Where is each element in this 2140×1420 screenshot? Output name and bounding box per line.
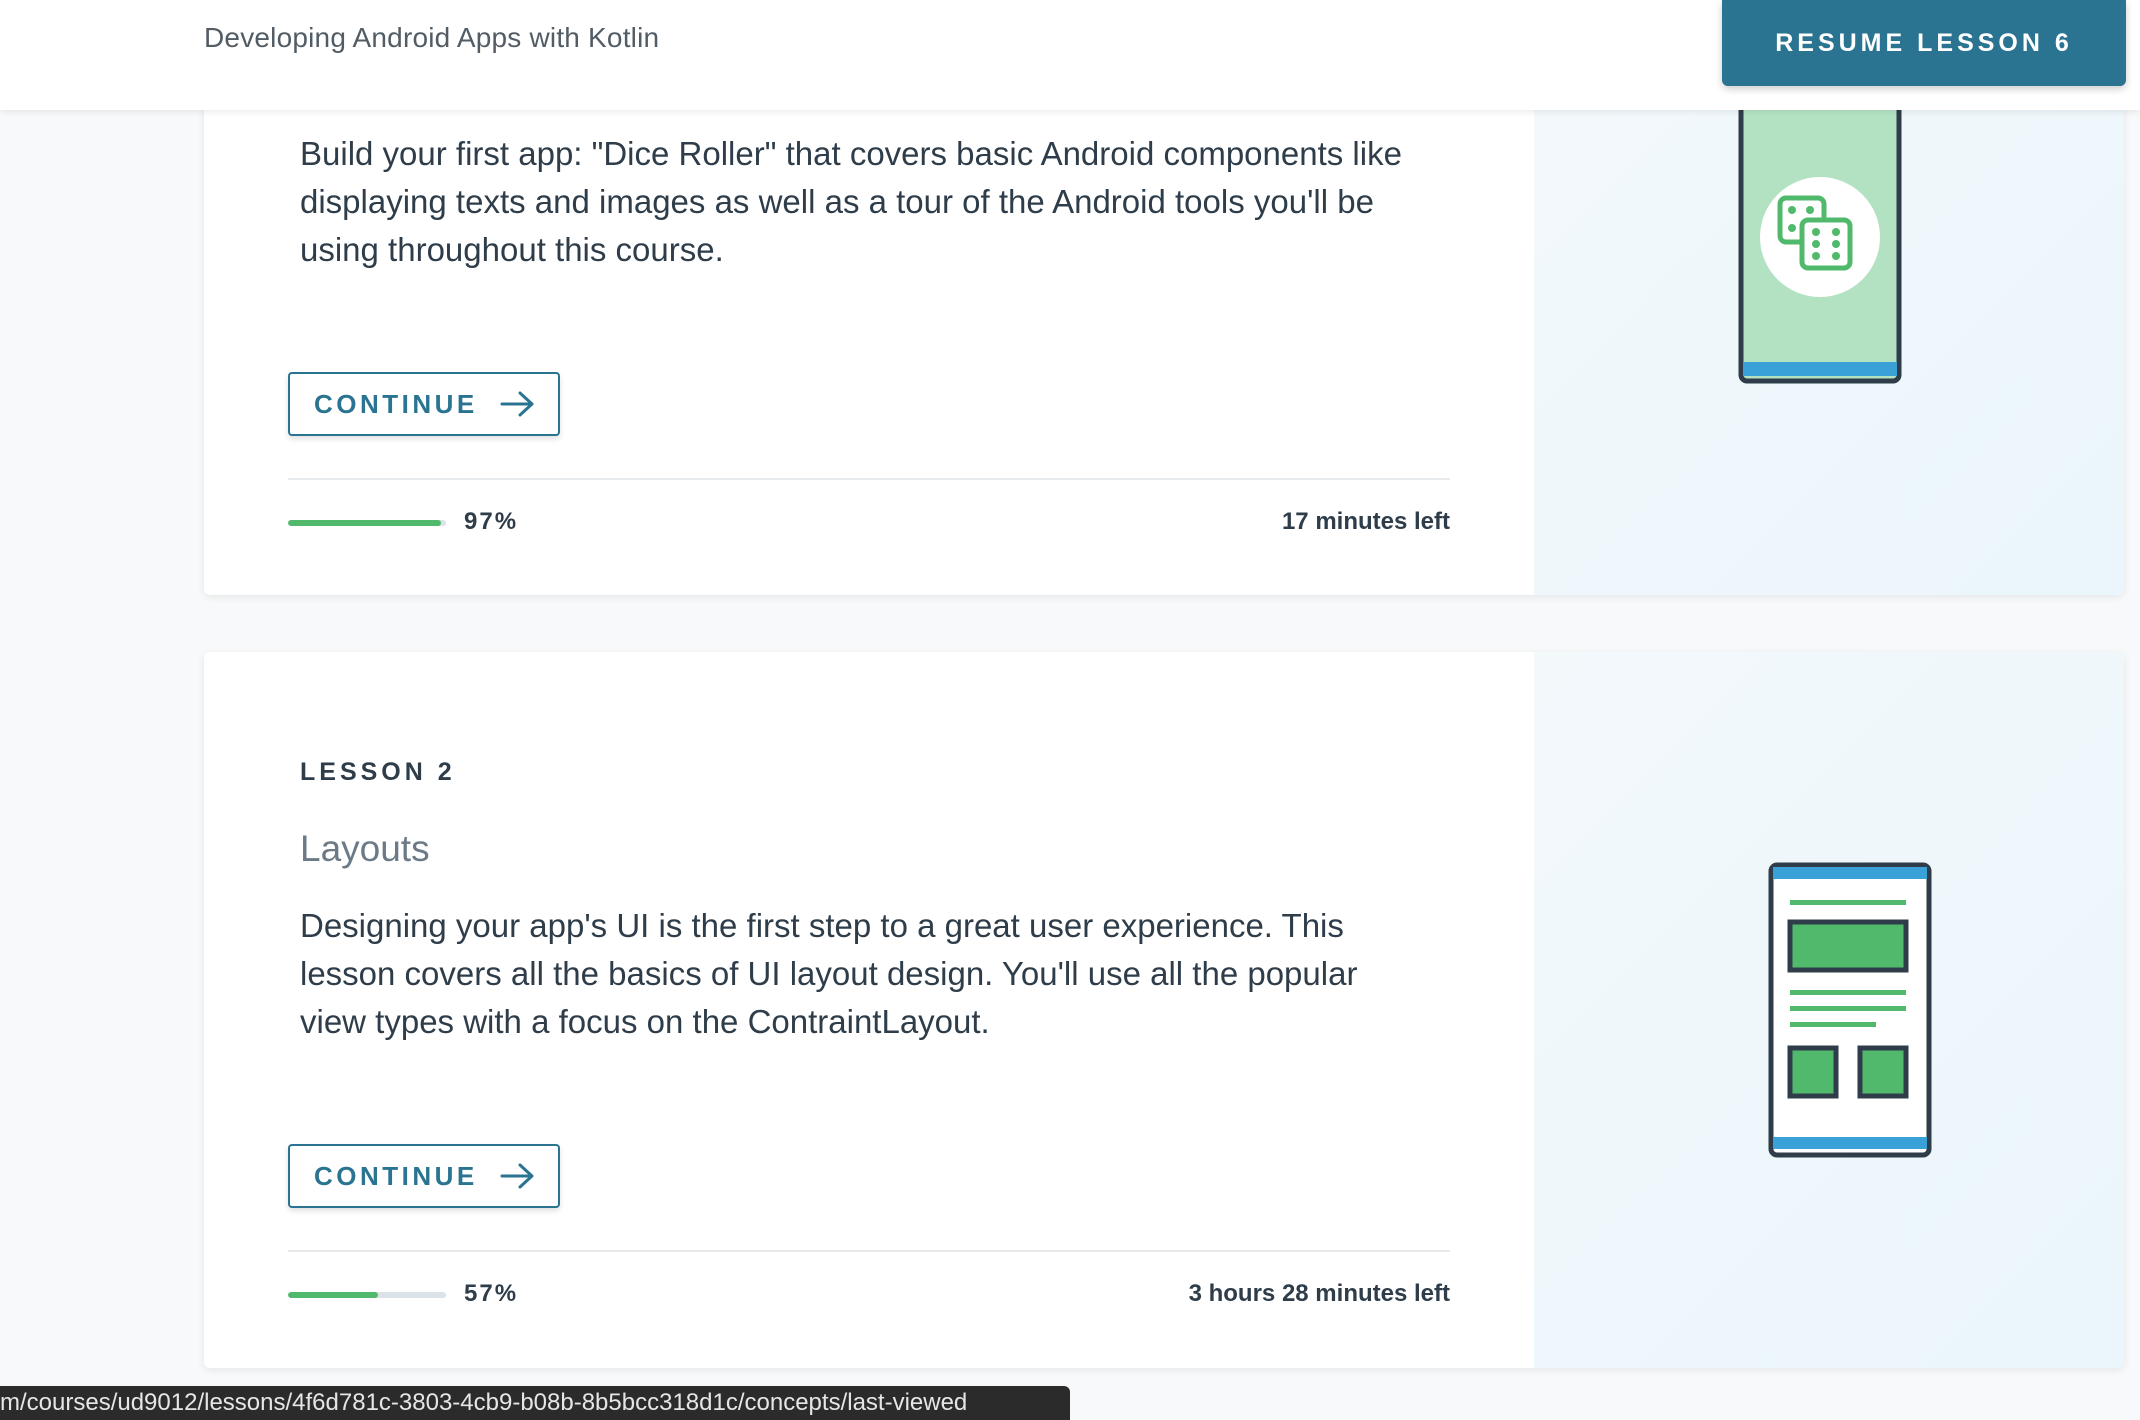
progress-percent: 97% — [464, 508, 519, 535]
progress-bar — [288, 520, 446, 526]
lesson-title[interactable]: Layouts — [300, 828, 430, 870]
lesson-card-1: Build your first app: "Dice Roller" that… — [204, 60, 2124, 595]
divider — [288, 1250, 1450, 1252]
lesson-illustration-panel — [1534, 652, 2124, 1368]
arrow-right-icon — [500, 391, 534, 417]
continue-label: CONTINUE — [314, 388, 478, 419]
lesson-description: Designing your app's UI is the first ste… — [300, 907, 1358, 1040]
dice-phone-icon — [1738, 108, 1902, 384]
progress-bar — [288, 1292, 446, 1298]
time-left: 17 minutes left — [1281, 508, 1450, 535]
lesson-card-2: LESSON 2 Layouts Designing your app's UI… — [204, 652, 2124, 1368]
status-bar-url: m/courses/ud9012/lessons/4f6d781c-3803-4… — [0, 1386, 1070, 1420]
progress-fill — [288, 1292, 379, 1298]
continue-label: CONTINUE — [314, 1160, 478, 1191]
resume-lesson-button[interactable]: RESUME LESSON 6 — [1722, 0, 2126, 86]
progress-fill — [288, 520, 442, 526]
layout-phone-icon — [1768, 862, 1932, 1158]
lesson-description: Build your first app: "Dice Roller" that… — [300, 135, 1402, 268]
lesson-number: LESSON 2 — [300, 758, 456, 786]
course-title[interactable]: Developing Android Apps with Kotlin — [204, 22, 659, 54]
continue-button[interactable]: CONTINUE — [288, 1144, 560, 1208]
lesson-illustration-panel — [1534, 60, 2124, 595]
divider — [288, 478, 1450, 480]
time-left: 3 hours 28 minutes left — [1188, 1280, 1450, 1307]
continue-button[interactable]: CONTINUE — [288, 372, 560, 436]
progress-percent: 57% — [464, 1280, 519, 1307]
arrow-right-icon — [500, 1163, 534, 1189]
